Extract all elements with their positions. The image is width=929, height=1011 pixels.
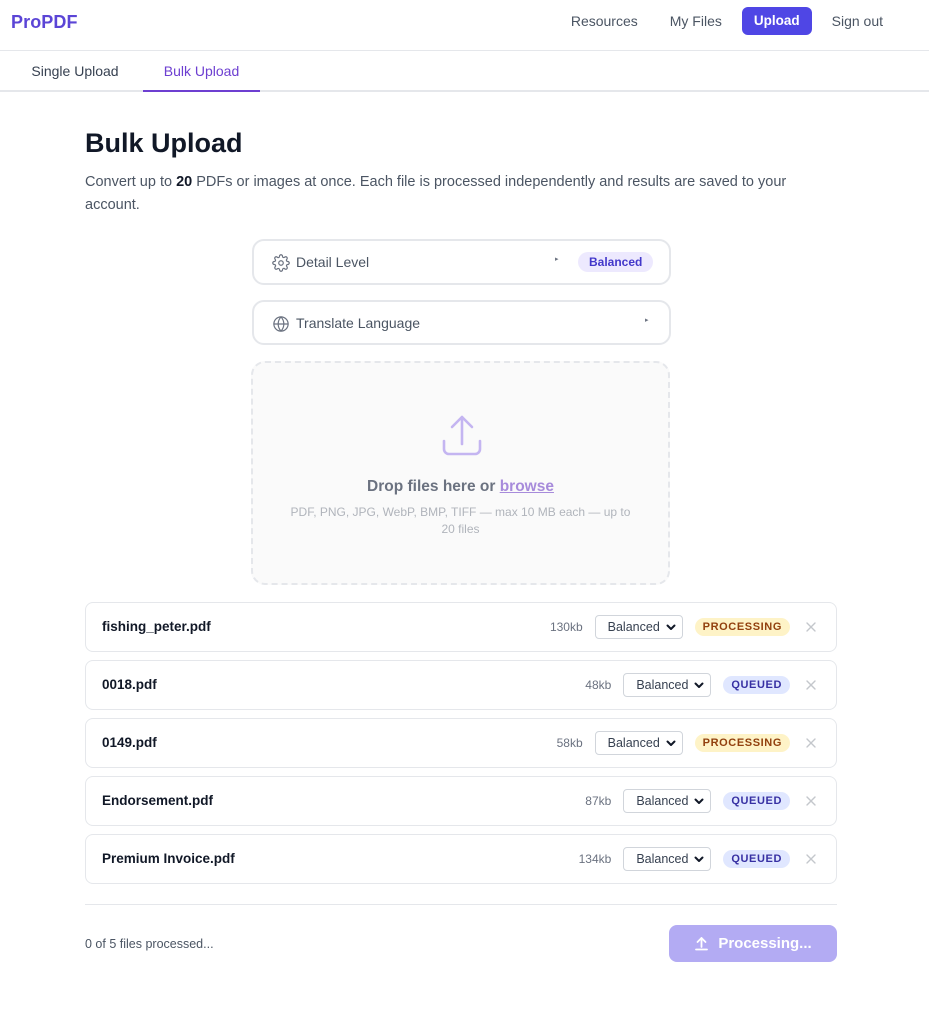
- file-size: 130kb: [549, 620, 583, 634]
- file-name: fishing_peter.pdf: [102, 619, 211, 634]
- file-row: Endorsement.pdf 87kb Balanced QUEUED: [85, 776, 837, 826]
- file-name: Endorsement.pdf: [102, 793, 214, 808]
- close-icon[interactable]: [804, 852, 818, 866]
- chevron-down-icon: [694, 856, 704, 862]
- status-badge: QUEUED: [723, 676, 790, 694]
- caret-right-icon: ▸: [645, 317, 649, 324]
- file-row-controls: 87kb Balanced QUEUED: [585, 789, 818, 813]
- top-navbar: ProPDF Resources My Files Upload Sign ou…: [0, 0, 929, 51]
- detail-level-selector[interactable]: Detail Level ▸ Balanced: [252, 239, 671, 285]
- file-detail-value: Balanced: [636, 794, 689, 808]
- file-detail-value: Balanced: [607, 620, 660, 634]
- file-detail-value: Balanced: [636, 678, 689, 692]
- file-row-controls: 48kb Balanced QUEUED: [585, 673, 818, 697]
- status-badge: PROCESSING: [694, 618, 790, 636]
- browse-link[interactable]: browse: [500, 478, 554, 495]
- file-detail-select[interactable]: Balanced: [623, 789, 712, 813]
- file-row: Premium Invoice.pdf 134kb Balanced QUEUE…: [85, 834, 837, 884]
- upload-arrow-icon: [695, 937, 709, 951]
- file-detail-select[interactable]: Balanced: [623, 673, 712, 697]
- file-detail-select[interactable]: Balanced: [594, 615, 683, 639]
- tab-single-upload[interactable]: Single Upload: [20, 51, 130, 92]
- dropzone-text: Drop files here or browse: [253, 478, 668, 496]
- file-size: 87kb: [585, 794, 612, 808]
- max-files-count: 20: [176, 174, 193, 190]
- processing-button[interactable]: Processing...: [669, 925, 837, 962]
- subtitle-prefix: Convert up to: [85, 174, 177, 190]
- file-size: 48kb: [585, 678, 612, 692]
- sign-out-link[interactable]: Sign out: [816, 7, 899, 35]
- close-icon[interactable]: [804, 794, 818, 808]
- nav-link-resources[interactable]: Resources: [555, 7, 654, 35]
- file-detail-value: Balanced: [636, 852, 689, 866]
- file-row: 0018.pdf 48kb Balanced QUEUED: [85, 660, 837, 710]
- page-title: Bulk Upload: [85, 128, 243, 158]
- file-name: 0018.pdf: [102, 677, 157, 692]
- detail-level-label: Detail Level: [296, 254, 370, 270]
- file-detail-select[interactable]: Balanced: [623, 847, 712, 871]
- translate-language-selector[interactable]: Translate Language ▸: [252, 300, 671, 345]
- dropzone-prompt: Drop files here or: [367, 478, 500, 495]
- upload-tabs: Single Upload Bulk Upload: [0, 51, 929, 92]
- status-badge: PROCESSING: [694, 734, 790, 752]
- close-icon[interactable]: [804, 620, 818, 634]
- file-size: 134kb: [578, 852, 612, 866]
- chevron-down-icon: [694, 798, 704, 804]
- close-icon[interactable]: [804, 678, 818, 692]
- progress-status: 0 of 5 files processed...: [85, 937, 214, 951]
- file-detail-value: Balanced: [607, 736, 660, 750]
- tab-bulk-upload[interactable]: Bulk Upload: [143, 51, 260, 92]
- nav-link-my-files[interactable]: My Files: [654, 7, 738, 35]
- upload-icon: [442, 415, 482, 456]
- upload-button[interactable]: Upload: [741, 7, 812, 35]
- file-name: 0149.pdf: [102, 735, 157, 750]
- close-icon[interactable]: [804, 736, 818, 750]
- status-badge: QUEUED: [723, 850, 790, 868]
- gear-icon: [272, 254, 290, 272]
- file-detail-select[interactable]: Balanced: [594, 731, 683, 755]
- file-dropzone[interactable]: Drop files here or browse PDF, PNG, JPG,…: [251, 361, 670, 585]
- dropzone-hint: PDF, PNG, JPG, WebP, BMP, TIFF — max 10 …: [290, 505, 631, 536]
- file-row: fishing_peter.pdf 130kb Balanced PROCESS…: [85, 602, 837, 652]
- detail-level-badge: Balanced: [578, 252, 654, 272]
- globe-icon: [273, 316, 289, 332]
- processing-button-label: Processing...: [718, 935, 812, 952]
- chevron-down-icon: [666, 624, 676, 630]
- file-row-controls: 134kb Balanced QUEUED: [579, 847, 818, 871]
- footer-divider: [85, 904, 837, 905]
- page-subtitle: Convert up to 20 PDFs or images at once.…: [85, 171, 825, 216]
- translate-language-label: Translate Language: [296, 315, 421, 331]
- nav-links: Resources My Files Upload Sign out: [555, 7, 899, 35]
- file-row-controls: 130kb Balanced PROCESSING: [550, 615, 818, 639]
- file-size: 58kb: [556, 736, 583, 750]
- file-row: 0149.pdf 58kb Balanced PROCESSING: [85, 718, 837, 768]
- file-name: Premium Invoice.pdf: [102, 851, 235, 866]
- chevron-down-icon: [666, 740, 676, 746]
- caret-right-icon: ▸: [555, 256, 559, 263]
- file-row-controls: 58kb Balanced PROCESSING: [557, 731, 818, 755]
- chevron-down-icon: [694, 682, 704, 688]
- logo[interactable]: ProPDF: [11, 12, 78, 33]
- status-badge: QUEUED: [723, 792, 790, 810]
